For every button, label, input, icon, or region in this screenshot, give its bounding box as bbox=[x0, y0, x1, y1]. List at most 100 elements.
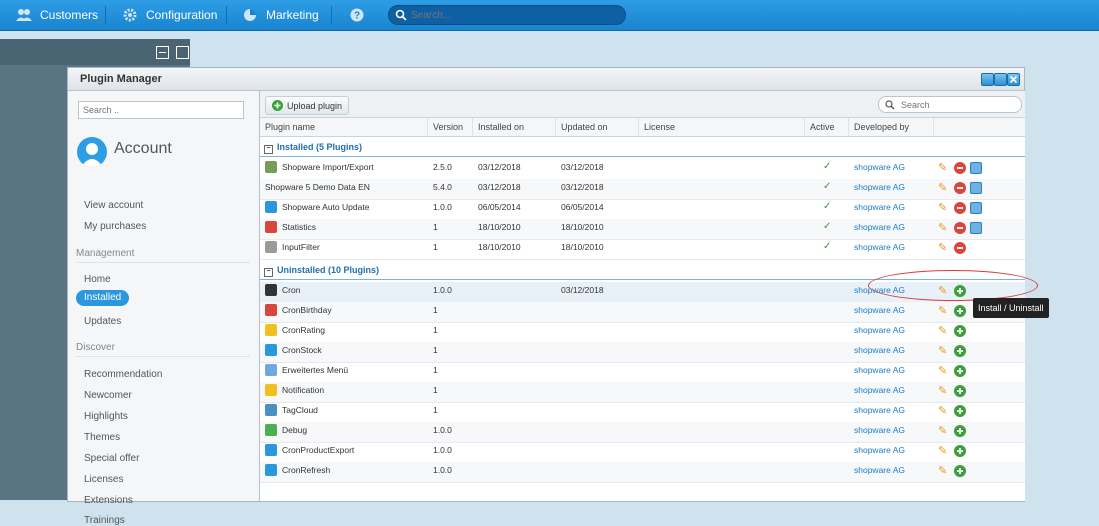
sidebar-item-licenses[interactable]: Licenses bbox=[84, 474, 123, 485]
install-icon[interactable] bbox=[954, 325, 966, 337]
sidebar-search[interactable] bbox=[78, 101, 244, 119]
collapse-icon[interactable]: − bbox=[264, 145, 273, 154]
developer-link[interactable]: shopware AG bbox=[854, 219, 905, 233]
sidebar-item-newcomer[interactable]: Newcomer bbox=[84, 390, 132, 401]
column-license[interactable]: License bbox=[639, 118, 805, 136]
menu-configuration[interactable]: Configuration bbox=[122, 0, 217, 30]
sidebar-item-themes[interactable]: Themes bbox=[84, 432, 120, 443]
table-row[interactable]: Shopware 5 Demo Data EN 5.4.0 03/12/2018 03… bbox=[260, 179, 1025, 200]
edit-icon[interactable]: ✎ bbox=[938, 222, 950, 234]
install-icon[interactable] bbox=[954, 345, 966, 357]
table-row[interactable]: Shopware Auto Update 1.0.0 06/05/2014 06/05… bbox=[260, 199, 1025, 220]
external-link-icon[interactable] bbox=[175, 46, 189, 59]
configure-icon[interactable] bbox=[970, 162, 982, 174]
column-installed-on[interactable]: Installed on bbox=[473, 118, 556, 136]
grid-search[interactable] bbox=[878, 96, 1022, 113]
sidebar-item-recommendation[interactable]: Recommendation bbox=[84, 369, 162, 380]
install-icon[interactable] bbox=[954, 385, 966, 397]
install-icon[interactable] bbox=[954, 425, 966, 437]
table-row[interactable]: InputFilter 1 18/10/2010 18/10/2010 ✓ shopwar… bbox=[260, 239, 1025, 260]
configure-icon[interactable] bbox=[970, 202, 982, 214]
sidebar-item-trainings[interactable]: Trainings bbox=[84, 515, 125, 526]
developer-link[interactable]: shopware AG bbox=[854, 342, 905, 356]
developer-link[interactable]: shopware AG bbox=[854, 322, 905, 336]
uninstall-icon[interactable] bbox=[954, 202, 966, 214]
table-row[interactable]: Debug 1.0.0 shopware AG ✎ bbox=[260, 422, 1025, 443]
column-updated-on[interactable]: Updated on bbox=[556, 118, 639, 136]
sidebar-item-my-purchases[interactable]: My purchases bbox=[84, 221, 146, 232]
table-row[interactable]: Shopware Import/Export 2.5.0 03/12/2018 03/… bbox=[260, 159, 1025, 180]
upload-plugin-button[interactable]: Upload plugin bbox=[265, 96, 350, 115]
table-row[interactable]: Statistics 1 18/10/2010 18/10/2010 ✓ shopware… bbox=[260, 219, 1025, 240]
developer-link[interactable]: shopware AG bbox=[854, 462, 905, 476]
minimize-icon[interactable] bbox=[156, 46, 169, 59]
developer-link[interactable]: shopware AG bbox=[854, 362, 905, 376]
edit-icon[interactable]: ✎ bbox=[938, 202, 950, 214]
developer-link[interactable]: shopware AG bbox=[854, 442, 905, 456]
column-developed-by[interactable]: Developed by bbox=[849, 118, 934, 136]
developer-link[interactable]: shopware AG bbox=[854, 382, 905, 396]
menu-marketing[interactable]: Marketing bbox=[242, 0, 319, 30]
collapse-icon[interactable]: − bbox=[264, 268, 273, 277]
developer-link[interactable]: shopware AG bbox=[854, 159, 905, 173]
edit-icon[interactable]: ✎ bbox=[938, 182, 950, 194]
edit-icon[interactable]: ✎ bbox=[938, 325, 950, 337]
edit-icon[interactable]: ✎ bbox=[938, 405, 950, 417]
uninstall-icon[interactable] bbox=[954, 162, 966, 174]
sidebar-item-updates[interactable]: Updates bbox=[84, 316, 121, 327]
configure-icon[interactable] bbox=[970, 222, 982, 234]
install-icon[interactable] bbox=[954, 465, 966, 477]
sidebar-item-extensions[interactable]: Extensions bbox=[84, 495, 133, 506]
menu-help[interactable]: ? bbox=[349, 0, 373, 30]
global-search[interactable] bbox=[388, 5, 626, 25]
install-icon[interactable] bbox=[954, 365, 966, 377]
sidebar-item-special-offer[interactable]: Special offer bbox=[84, 453, 139, 464]
developer-link[interactable]: shopware AG bbox=[854, 179, 905, 193]
maximize-button[interactable] bbox=[994, 73, 1007, 86]
uninstall-icon[interactable] bbox=[954, 182, 966, 194]
developer-link[interactable]: shopware AG bbox=[854, 302, 905, 316]
install-icon[interactable] bbox=[954, 445, 966, 457]
edit-icon[interactable]: ✎ bbox=[938, 465, 950, 477]
table-row[interactable]: CronRefresh 1.0.0 shopware AG ✎ bbox=[260, 462, 1025, 483]
developer-link[interactable]: shopware AG bbox=[854, 402, 905, 416]
table-row[interactable]: CronStock 1 shopware AG ✎ bbox=[260, 342, 1025, 363]
table-row[interactable]: Erweitertes Menü 1 shopware AG ✎ bbox=[260, 362, 1025, 383]
menu-customers[interactable]: Customers bbox=[16, 0, 98, 30]
edit-icon[interactable]: ✎ bbox=[938, 425, 950, 437]
edit-icon[interactable]: ✎ bbox=[938, 162, 950, 174]
uninstall-icon[interactable] bbox=[954, 222, 966, 234]
minimize-button[interactable] bbox=[981, 73, 994, 86]
grid-search-input[interactable] bbox=[899, 98, 1013, 111]
sidebar-item-installed[interactable]: Installed bbox=[76, 290, 130, 306]
edit-icon[interactable]: ✎ bbox=[938, 385, 950, 397]
edit-icon[interactable]: ✎ bbox=[938, 445, 950, 457]
table-row[interactable]: CronRating 1 shopware AG ✎ bbox=[260, 322, 1025, 343]
sidebar-item-view-account[interactable]: View account bbox=[84, 200, 143, 211]
column-active[interactable]: Active bbox=[805, 118, 849, 136]
table-row[interactable]: TagCloud 1 shopware AG ✎ bbox=[260, 402, 1025, 423]
edit-icon[interactable]: ✎ bbox=[938, 365, 950, 377]
background-window-controls[interactable] bbox=[156, 44, 189, 60]
table-row[interactable]: CronProductExport 1.0.0 shopware AG ✎ bbox=[260, 442, 1025, 463]
table-row[interactable]: CronBirthday 1 shopware AG ✎ bbox=[260, 302, 1025, 323]
column-plugin-name[interactable]: Plugin name bbox=[260, 118, 428, 136]
column-version[interactable]: Version bbox=[428, 118, 473, 136]
uninstall-icon[interactable] bbox=[954, 242, 966, 254]
edit-icon[interactable]: ✎ bbox=[938, 242, 950, 254]
developer-link[interactable]: shopware AG bbox=[854, 422, 905, 436]
configure-icon[interactable] bbox=[970, 182, 982, 194]
close-button[interactable] bbox=[1007, 73, 1020, 86]
edit-icon[interactable]: ✎ bbox=[938, 305, 950, 317]
sidebar-item-highlights[interactable]: Highlights bbox=[84, 411, 128, 422]
developer-link[interactable]: shopware AG bbox=[854, 239, 905, 253]
install-icon[interactable] bbox=[954, 405, 966, 417]
global-search-input[interactable] bbox=[407, 9, 615, 21]
sidebar-item-home[interactable]: Home bbox=[84, 274, 111, 285]
table-row[interactable]: Notification 1 shopware AG ✎ bbox=[260, 382, 1025, 403]
install-icon[interactable] bbox=[954, 305, 966, 317]
group-header[interactable]: − Installed (5 Plugins) bbox=[260, 138, 1025, 157]
sidebar-search-input[interactable] bbox=[81, 104, 235, 116]
edit-icon[interactable]: ✎ bbox=[938, 345, 950, 357]
developer-link[interactable]: shopware AG bbox=[854, 199, 905, 213]
